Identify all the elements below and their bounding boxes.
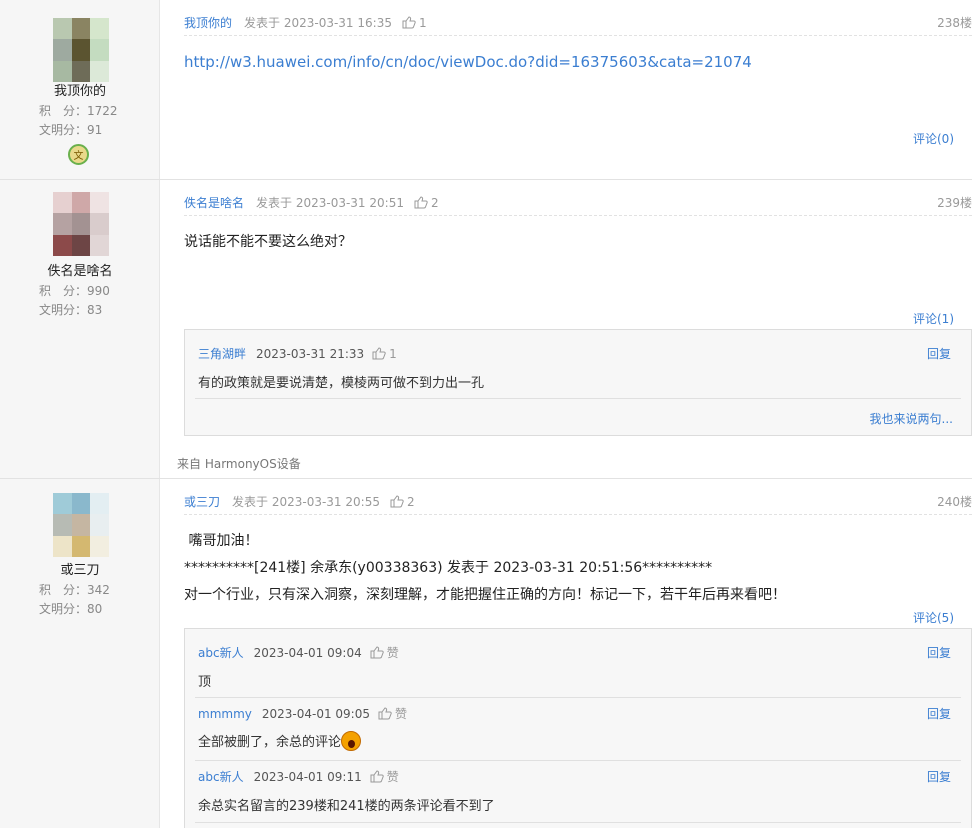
comment-header: abc新人 2023-04-01 09:11 赞 回复 <box>198 768 951 785</box>
comment-box: 三角湖畔 2023-03-31 21:33 1 回复 有的政策就是要说清楚，模棱两可… <box>184 329 972 436</box>
comment-time: 2023-04-01 09:11 <box>253 770 362 784</box>
comment-time: 2023-03-31 21:33 <box>256 347 365 361</box>
user-panel: 佚名是啥名 积 分：990 文明分：83 <box>0 180 160 478</box>
post-text: 嘴哥加油！ **********[241楼] 余承东(y00338363) 发表… <box>184 528 786 609</box>
reply-button[interactable]: 回复 <box>927 644 951 661</box>
comments-toggle[interactable]: 评论(1) <box>913 310 954 327</box>
comment-author[interactable]: abc新人 <box>198 646 244 660</box>
comment-text: 有的政策就是要说清楚，模棱两可做不到力出一孔 <box>198 376 485 391</box>
post-text-line: **********[241楼] 余承东(y00338363) 发表于 2023… <box>184 560 713 576</box>
user-name[interactable]: 或三刀 <box>0 559 160 578</box>
post-240: 或三刀 积 分：342 文明分：80 或三刀 发表于 2023-03-31 20:… <box>0 479 972 828</box>
like-button[interactable]: 2 <box>390 495 415 509</box>
post-content: 佚名是啥名 发表于 2023-03-31 20:51 2 239楼 说话能不能不要这… <box>160 180 972 478</box>
comment-like-button[interactable]: 1 <box>372 347 397 361</box>
post-time: 发表于 2023-03-31 20:51 <box>256 196 404 210</box>
post-time: 发表于 2023-03-31 16:35 <box>244 16 392 30</box>
thumbs-up-icon <box>402 16 416 29</box>
floor-number: 239楼 <box>937 196 972 210</box>
comment-box: abc新人 2023-04-01 09:04 赞 回复 顶 mmmmy 2023-04… <box>184 628 972 828</box>
post-text-line: 嘴哥加油！ <box>184 533 259 549</box>
post-author[interactable]: 或三刀 <box>184 495 220 509</box>
post-239: 佚名是啥名 积 分：990 文明分：83 佚名是啥名 发表于 2023-03-31… <box>0 180 972 479</box>
user-name[interactable]: 佚名是啥名 <box>0 260 160 279</box>
comment-divider <box>195 760 961 761</box>
user-panel: 我顶你的 积 分：1722 文明分：91 文 <box>0 0 160 179</box>
comment-author[interactable]: mmmmy <box>198 707 252 721</box>
comment-text: 余总实名留言的239楼和241楼的两条评论看不到了 <box>198 799 495 814</box>
comment-author[interactable]: 三角湖畔 <box>198 347 246 361</box>
device-source: 来自 HarmonyOS设备 <box>177 457 301 471</box>
thumbs-up-icon <box>372 347 386 360</box>
avatar[interactable] <box>53 493 109 557</box>
post-header: 佚名是啥名 发表于 2023-03-31 20:51 2 239楼 <box>184 192 972 216</box>
comment-text: 顶 <box>198 675 212 690</box>
post-author[interactable]: 我顶你的 <box>184 16 232 30</box>
comment-time: 2023-04-01 09:05 <box>261 707 370 721</box>
post-content: 或三刀 发表于 2023-03-31 20:55 2 240楼 嘴哥加油！ ****… <box>160 479 972 828</box>
user-civility: 文明分：80 <box>39 602 103 616</box>
comment-header: 三角湖畔 2023-03-31 21:33 1 回复 <box>198 345 951 362</box>
comment-like-button[interactable]: 赞 <box>370 770 399 784</box>
reply-button[interactable]: 回复 <box>927 768 951 785</box>
comment-divider <box>195 398 961 399</box>
post-content: 我顶你的 发表于 2023-03-31 16:35 1 238楼 http://w3… <box>160 0 972 179</box>
reply-button[interactable]: 回复 <box>927 705 951 722</box>
comment-text: 全部被删了，余总的评论 <box>198 731 362 751</box>
like-button[interactable]: 1 <box>402 16 427 30</box>
user-points: 积 分：342 <box>39 583 110 597</box>
thumbs-up-icon <box>370 770 384 783</box>
user-points: 积 分：990 <box>39 284 110 298</box>
comment-like-button[interactable]: 赞 <box>378 707 407 721</box>
user-panel: 或三刀 积 分：342 文明分：80 <box>0 479 160 828</box>
user-civility: 文明分：91 <box>39 123 103 137</box>
floor-number: 238楼 <box>937 16 972 30</box>
post-text-line: 对一个行业，只有深入洞察，深刻理解，才能把握住正确的方向！标记一下，若干年后再来… <box>184 587 786 603</box>
reply-button[interactable]: 回复 <box>927 345 951 362</box>
comments-toggle[interactable]: 评论(0) <box>913 130 954 147</box>
comment-header: abc新人 2023-04-01 09:04 赞 回复 <box>198 644 951 661</box>
comment-divider <box>195 697 961 698</box>
comment-like-button[interactable]: 赞 <box>370 646 399 660</box>
civility-medal-icon: 文 <box>68 144 89 165</box>
like-button[interactable]: 2 <box>414 196 439 210</box>
thumbs-up-icon <box>378 707 392 720</box>
thumbs-up-icon <box>390 495 404 508</box>
post-author[interactable]: 佚名是啥名 <box>184 196 244 210</box>
user-name[interactable]: 我顶你的 <box>0 80 160 99</box>
add-comment-link[interactable]: 我也来说两句... <box>870 410 953 427</box>
avatar[interactable] <box>53 18 109 82</box>
post-238: 我顶你的 积 分：1722 文明分：91 文 我顶你的 发表于 2023-03-3… <box>0 0 972 180</box>
user-points: 积 分：1722 <box>39 104 118 118</box>
post-header: 我顶你的 发表于 2023-03-31 16:35 1 238楼 <box>184 12 972 36</box>
comments-toggle[interactable]: 评论(5) <box>913 609 954 626</box>
floor-number: 240楼 <box>937 495 972 509</box>
thumbs-up-icon <box>414 196 428 209</box>
comment-header: mmmmy 2023-04-01 09:05 赞 回复 <box>198 705 951 722</box>
post-link[interactable]: http://w3.huawei.com/info/cn/doc/viewDoc… <box>184 53 752 71</box>
post-time: 发表于 2023-03-31 20:55 <box>232 495 380 509</box>
avatar[interactable] <box>53 192 109 256</box>
comment-author[interactable]: abc新人 <box>198 770 244 784</box>
comment-divider <box>195 822 961 823</box>
comment-time: 2023-04-01 09:04 <box>253 646 362 660</box>
shocked-face-emoji <box>341 731 362 751</box>
post-header: 或三刀 发表于 2023-03-31 20:55 2 240楼 <box>184 491 972 515</box>
post-text: 说话能不能不要这么绝对？ <box>184 234 352 250</box>
thumbs-up-icon <box>370 646 384 659</box>
user-civility: 文明分：83 <box>39 303 103 317</box>
